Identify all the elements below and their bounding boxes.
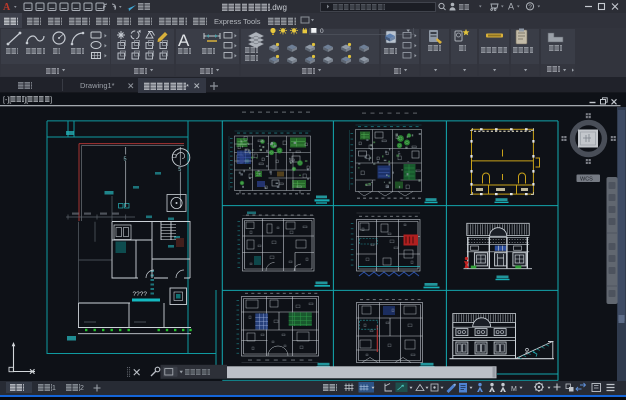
svg-text:5: 5 <box>124 157 127 163</box>
svg-text:?: ? <box>528 4 532 11</box>
svg-text:M: M <box>511 386 517 393</box>
svg-text:A: A <box>508 2 514 12</box>
svg-text:5: 5 <box>178 167 181 173</box>
svg-text:????: ???? <box>133 291 148 298</box>
svg-text:0: 0 <box>320 28 324 35</box>
svg-text:A: A <box>3 2 11 13</box>
svg-text:WCS: WCS <box>580 177 593 183</box>
